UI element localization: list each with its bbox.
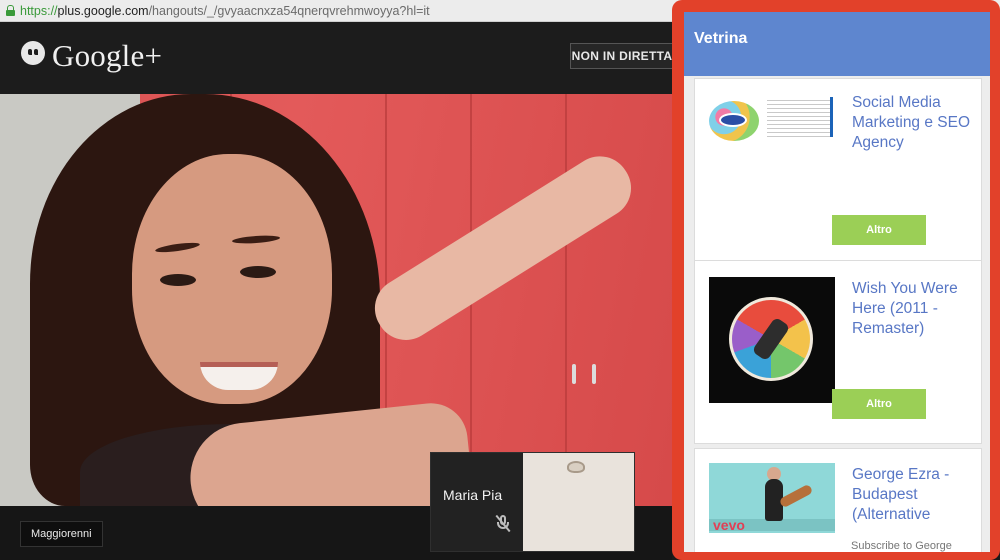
url-path: /hangouts/_/gvyaacnxza54qnerqvrehmwoyya?… (148, 3, 430, 18)
showcase-item[interactable]: vevo George Ezra - Budapest (Alternative (694, 448, 982, 552)
url-host: plus.google.com (57, 3, 149, 18)
broadcast-status-button[interactable]: NON IN DIRETTA (570, 43, 674, 69)
item-title[interactable]: Social Media Marketing e SEO Agency (852, 93, 972, 153)
participant-name: Maria Pia (443, 487, 503, 503)
audience-label-button[interactable]: Maggiorenni (20, 521, 103, 547)
item-subtext: Subscribe to George (851, 540, 952, 552)
vevo-logo: vevo (713, 517, 745, 533)
showcase-panel: Vetrina Social Media Marketing e SEO Age… (684, 12, 990, 552)
item-thumbnail[interactable] (709, 89, 835, 145)
participant-tile[interactable]: Maria Pia (430, 452, 635, 552)
pointing-finger (363, 145, 643, 352)
mic-muted-icon (495, 514, 511, 533)
cabinet-handle (592, 364, 596, 384)
item-title[interactable]: George Ezra - Budapest (Alternative (852, 465, 972, 525)
person-eye (160, 274, 196, 286)
url-text[interactable]: https://plus.google.com/hangouts/_/gvyaa… (20, 4, 430, 18)
cabinet-seam (565, 94, 567, 506)
showcase-title: Vetrina (694, 30, 748, 47)
showcase-item[interactable]: Social Media Marketing e SEO Agency Altr… (694, 78, 982, 264)
hangouts-icon (21, 41, 45, 65)
item-thumbnail[interactable] (709, 277, 835, 403)
item-title[interactable]: Wish You Were Here (2011 - Remaster) (852, 279, 972, 339)
showcase-item[interactable]: Wish You Were Here (2011 - Remaster) Alt… (694, 260, 982, 444)
url-scheme: https:// (20, 3, 58, 18)
google-plus-logo: Google+ (52, 38, 163, 73)
lock-icon (6, 5, 15, 16)
main-video-feed (0, 94, 672, 506)
more-button[interactable]: Altro (832, 215, 926, 245)
more-button[interactable]: Altro (832, 389, 926, 419)
ceiling-lamp (567, 461, 585, 473)
person-eye (240, 266, 276, 278)
item-thumbnail[interactable]: vevo (709, 463, 835, 533)
showcase-header: Vetrina (684, 12, 990, 76)
cabinet-handle (572, 364, 576, 384)
